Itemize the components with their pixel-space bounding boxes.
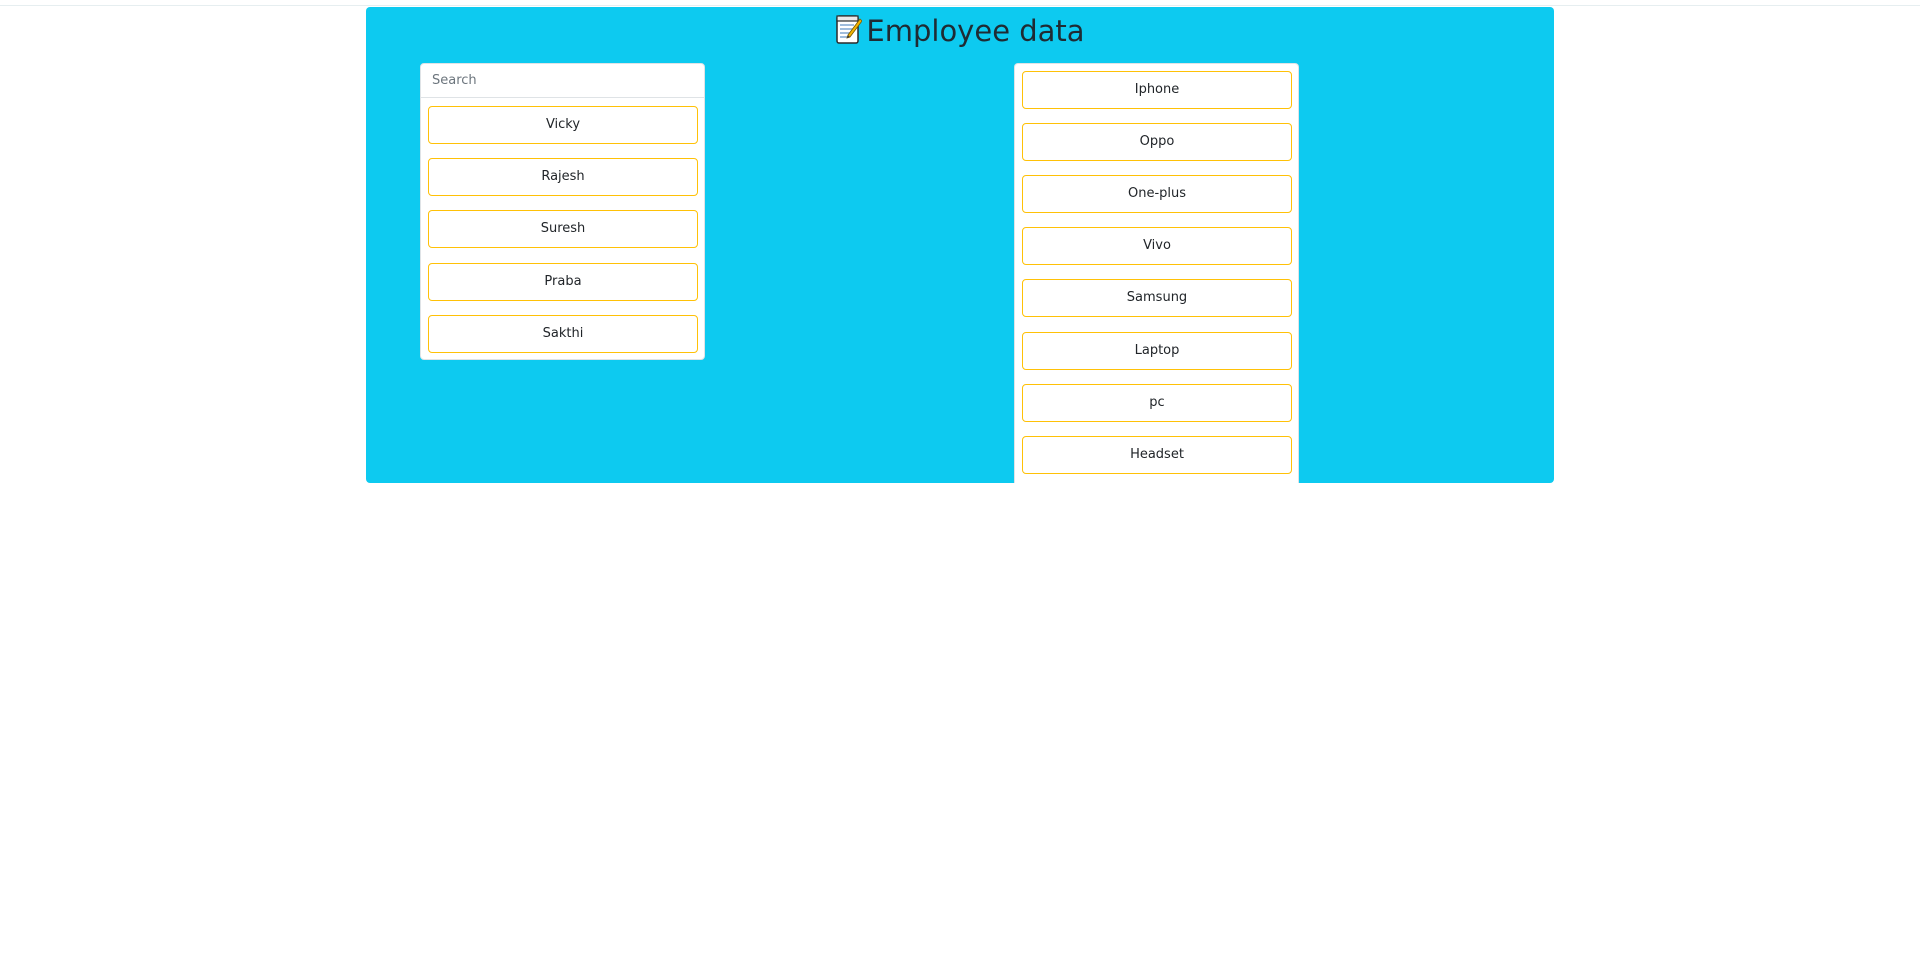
page-top-border bbox=[0, 0, 1920, 6]
employee-item-suresh[interactable]: Suresh bbox=[428, 210, 698, 248]
product-item-vivo[interactable]: Vivo bbox=[1022, 227, 1292, 265]
employee-item-sakthi[interactable]: Sakthi bbox=[428, 315, 698, 353]
employee-item-praba[interactable]: Praba bbox=[428, 263, 698, 301]
product-item-pc[interactable]: pc bbox=[1022, 384, 1292, 422]
employee-panel: Employee data Vicky Rajesh Suresh Praba … bbox=[366, 7, 1554, 483]
product-item-samsung[interactable]: Samsung bbox=[1022, 279, 1292, 317]
product-list-card: Iphone Oppo One-plus Vivo Samsung Laptop… bbox=[1014, 63, 1299, 483]
product-item-oppo[interactable]: Oppo bbox=[1022, 123, 1292, 161]
employee-item-vicky[interactable]: Vicky bbox=[428, 106, 698, 144]
product-item-headset[interactable]: Headset bbox=[1022, 436, 1292, 474]
page-title: Employee data bbox=[366, 9, 1554, 53]
product-item-iphone[interactable]: Iphone bbox=[1022, 71, 1292, 109]
product-item-one-plus[interactable]: One-plus bbox=[1022, 175, 1292, 213]
employee-item-rajesh[interactable]: Rajesh bbox=[428, 158, 698, 196]
search-input[interactable] bbox=[421, 64, 704, 98]
memo-icon bbox=[835, 13, 863, 45]
page-title-text: Employee data bbox=[866, 14, 1085, 48]
employee-list-card: Vicky Rajesh Suresh Praba Sakthi bbox=[420, 63, 705, 360]
product-item-laptop[interactable]: Laptop bbox=[1022, 332, 1292, 370]
